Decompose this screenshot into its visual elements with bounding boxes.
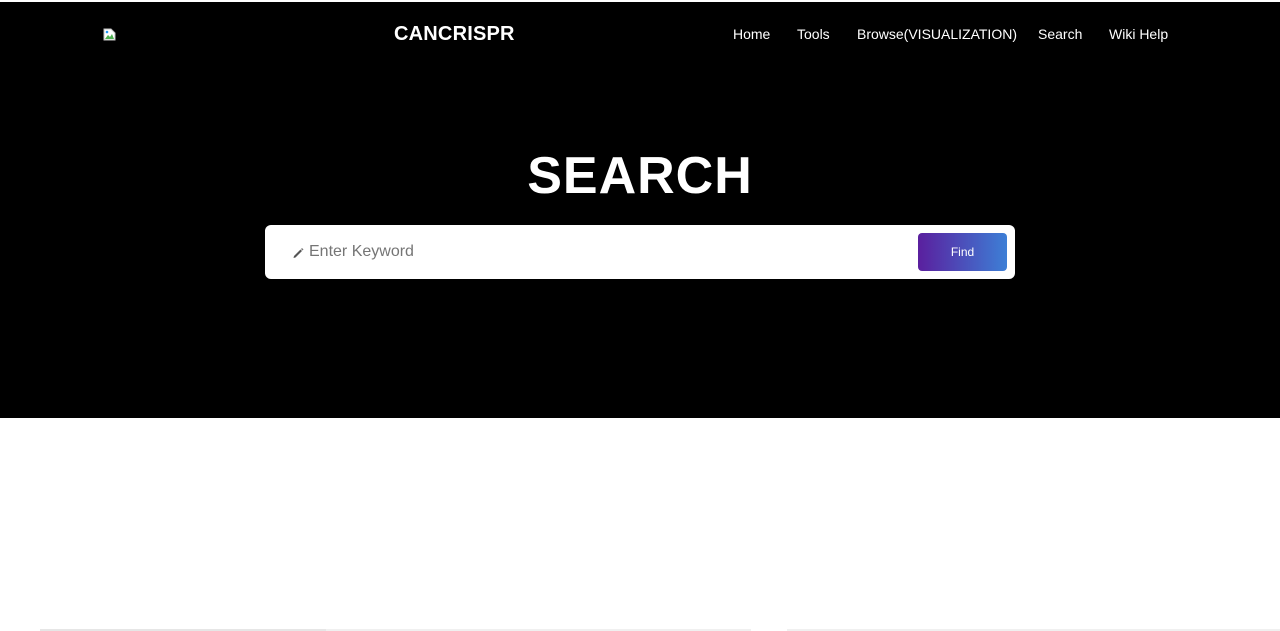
pencil-icon xyxy=(291,245,305,259)
nav-search[interactable]: Search xyxy=(1038,25,1082,43)
hero-section: CANCRISPR Home Tools Browse(VISUALIZATIO… xyxy=(0,2,1280,418)
nav-tools[interactable]: Tools xyxy=(797,25,830,43)
page-title: SEARCH xyxy=(527,147,753,205)
keyword-input[interactable] xyxy=(309,240,909,264)
broken-image-icon[interactable] xyxy=(103,28,116,41)
nav-home[interactable]: Home xyxy=(733,25,770,43)
search-bar: Find xyxy=(265,225,1015,279)
site-brand[interactable]: CANCRISPR xyxy=(394,22,515,46)
find-button[interactable]: Find xyxy=(918,233,1007,271)
nav-browse[interactable]: Browse(VISUALIZATION) xyxy=(857,25,1017,43)
nav-wiki-help[interactable]: Wiki Help xyxy=(1109,25,1168,43)
